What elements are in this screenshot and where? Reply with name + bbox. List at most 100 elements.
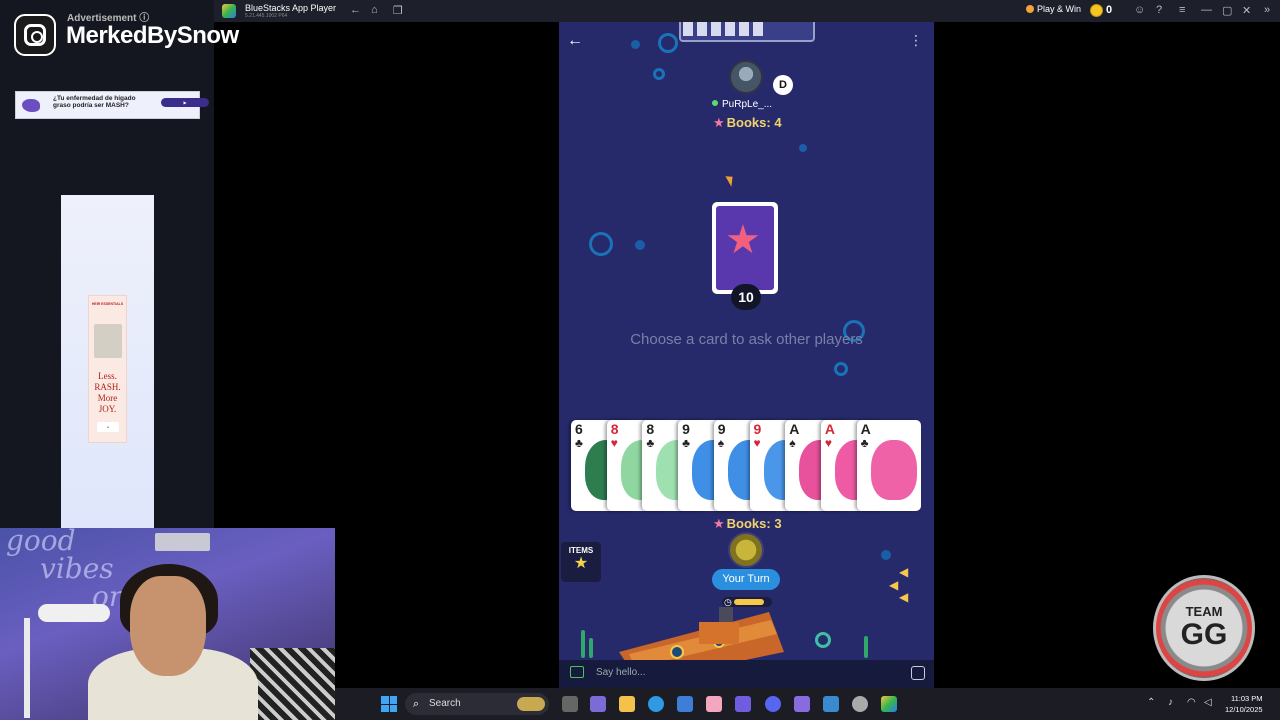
air-conditioner bbox=[155, 533, 210, 551]
edge-icon[interactable] bbox=[648, 696, 664, 712]
wifi-icon[interactable]: ◠ bbox=[1187, 697, 1196, 708]
sidebar-toggle-icon[interactable]: » bbox=[1264, 4, 1270, 16]
play-win-label: Play & Win bbox=[1037, 4, 1082, 14]
starfish-icon: ★ bbox=[713, 115, 725, 130]
opponent-avatar[interactable] bbox=[729, 60, 763, 94]
clock-date: 12/10/2025 bbox=[1225, 705, 1263, 714]
photos-icon[interactable] bbox=[823, 696, 839, 712]
search-icon: ⌕ bbox=[413, 698, 420, 710]
more-options-icon[interactable]: ⋮ bbox=[909, 32, 923, 49]
maximize-icon[interactable]: ▢ bbox=[1222, 4, 1232, 17]
zebra-blanket bbox=[250, 648, 335, 720]
back-icon[interactable]: ← bbox=[350, 4, 361, 16]
bubble-decoration bbox=[635, 240, 645, 250]
card-rank: 6 bbox=[575, 421, 583, 437]
profile-avatar-icon[interactable]: ☺ bbox=[1134, 4, 1145, 16]
liver-icon bbox=[22, 99, 40, 112]
items-button[interactable]: ITEMS ★ bbox=[561, 542, 601, 582]
close-icon[interactable]: ✕ bbox=[1242, 4, 1251, 17]
streamer-face bbox=[130, 576, 206, 676]
chrome-icon[interactable] bbox=[852, 696, 868, 712]
app-icon[interactable] bbox=[706, 696, 722, 712]
home-icon[interactable]: ⌂ bbox=[371, 4, 378, 16]
windows-start-icon[interactable] bbox=[381, 696, 397, 712]
play-win-icon bbox=[1026, 5, 1034, 13]
items-label: ITEMS bbox=[568, 546, 594, 555]
card-suit-icon: ♣ bbox=[860, 436, 869, 450]
window-title: BlueStacks App Player bbox=[245, 3, 337, 13]
recent-apps-icon[interactable]: ❐ bbox=[393, 4, 403, 17]
mic-stand bbox=[24, 618, 30, 718]
ad-product: HEIR ESSENTIALS Less. RASH. More JOY. ● bbox=[88, 295, 127, 443]
bubble-decoration bbox=[653, 68, 665, 80]
file-explorer-icon[interactable] bbox=[619, 696, 635, 712]
help-icon[interactable]: ? bbox=[1156, 4, 1162, 16]
card-suit-icon: ♥ bbox=[824, 436, 833, 450]
seaweed bbox=[589, 638, 593, 658]
card-rank: 9 bbox=[753, 421, 762, 437]
chat-bar[interactable]: Say hello... bbox=[559, 660, 934, 688]
ad-tall[interactable]: HEIR ESSENTIALS Less. RASH. More JOY. ● bbox=[61, 195, 154, 528]
bubble-decoration bbox=[799, 144, 807, 152]
play-win-button[interactable]: Play & Win bbox=[1026, 4, 1081, 14]
card-rank: 8 bbox=[646, 421, 655, 437]
ad-slogan: Less. RASH. More JOY. bbox=[94, 371, 121, 414]
volume-icon[interactable]: ◁ bbox=[1204, 697, 1212, 708]
microphone-icon[interactable]: ♪ bbox=[1168, 697, 1173, 708]
taskbar-search[interactable]: ⌕ Search bbox=[405, 693, 549, 715]
app-icon[interactable] bbox=[794, 696, 810, 712]
card-suit-icon: ♠ bbox=[717, 436, 725, 450]
bluestacks-logo-icon bbox=[222, 4, 236, 18]
teams-icon[interactable] bbox=[590, 696, 606, 712]
turn-prompt: Choose a card to ask other players bbox=[630, 331, 863, 348]
instagram-icon bbox=[14, 14, 56, 56]
app-version: 5.21.445.1002 P64 bbox=[245, 13, 288, 19]
bubble-decoration bbox=[589, 232, 613, 256]
webcam-feed: good vibes on bbox=[0, 528, 335, 720]
card-back: ★ bbox=[716, 206, 774, 290]
opponent-hand bbox=[679, 22, 815, 42]
bluestacks-titlebar: BlueStacks App Player 5.21.445.1002 P64 … bbox=[214, 0, 1280, 22]
opponent-books-label: Books: 4 bbox=[726, 115, 782, 130]
chat-input[interactable]: Say hello... bbox=[596, 667, 645, 678]
tray-overflow-icon[interactable]: ⌃ bbox=[1147, 697, 1155, 708]
online-status-icon bbox=[712, 100, 718, 106]
my-books-label: Books: 3 bbox=[726, 516, 782, 531]
ad-banner-button[interactable]: ▶ bbox=[161, 98, 209, 107]
draw-pile[interactable]: ★ bbox=[712, 202, 778, 294]
clock-time: 11:03 PM bbox=[1231, 694, 1263, 703]
card-suit-icon: ♥ bbox=[610, 436, 618, 450]
hand-card[interactable]: A ♣ bbox=[856, 420, 921, 511]
walmart-logo: ● bbox=[97, 422, 119, 432]
discord-icon[interactable] bbox=[765, 696, 781, 712]
ad-brand: HEIR ESSENTIALS bbox=[91, 302, 124, 306]
back-arrow-icon[interactable]: ← bbox=[567, 32, 583, 50]
bubble-decoration bbox=[881, 550, 891, 560]
go-fish-game: ← ⋮ D PuRpLe_... ★ Books: 4 ★ 10 Choose a… bbox=[559, 22, 934, 688]
starfish-icon: ★ bbox=[713, 516, 725, 531]
card-suit-icon: ♣ bbox=[646, 436, 655, 450]
taskbar-clock[interactable]: 11:03 PM 12/10/2025 bbox=[1225, 693, 1263, 715]
card-suit-icon: ♠ bbox=[789, 436, 796, 450]
team-logo-line1: TEAM bbox=[1185, 604, 1223, 619]
copilot-icon[interactable] bbox=[735, 696, 751, 712]
bubble-decoration bbox=[815, 632, 831, 648]
card-suit-icon: ♣ bbox=[682, 436, 690, 450]
microphone bbox=[38, 604, 110, 622]
opponent-books: ★ Books: 4 bbox=[713, 115, 782, 131]
ad-banner[interactable]: ¿Tu enfermedad de hígado graso podría se… bbox=[15, 91, 209, 119]
store-icon[interactable] bbox=[677, 696, 693, 712]
team-logo-line2: GG bbox=[1180, 618, 1228, 651]
menu-icon[interactable]: ≡ bbox=[1179, 4, 1185, 16]
minimize-icon[interactable]: — bbox=[1201, 4, 1212, 16]
player-hand: 6 ♣ 8 ♥ 8 ♣ 9 ♣ 9 ♠ 9 ♥ A ♠ A ♥ A ♣ bbox=[571, 420, 921, 512]
bubble-decoration bbox=[834, 362, 848, 376]
chat-icon[interactable] bbox=[570, 666, 584, 678]
task-view-icon[interactable] bbox=[562, 696, 578, 712]
product-box bbox=[94, 324, 122, 358]
sticker-icon[interactable] bbox=[911, 666, 925, 680]
mouse-cursor-icon bbox=[725, 173, 737, 187]
bluestacks-taskbar-icon[interactable] bbox=[881, 696, 897, 712]
player-avatar[interactable] bbox=[728, 532, 764, 568]
windows-taskbar: ⌕ Search ⌃ ♪ ◠ ◁ 11:03 PM 12/10/2025 bbox=[335, 688, 1280, 720]
